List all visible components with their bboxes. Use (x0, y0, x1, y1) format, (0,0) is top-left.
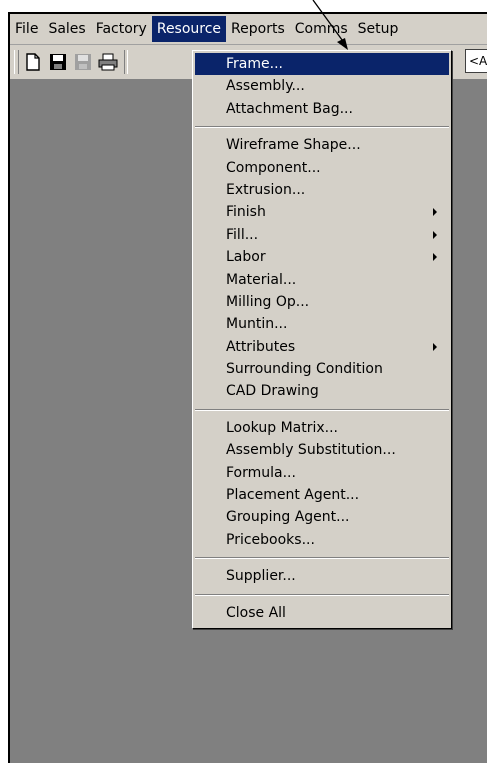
save-icon[interactable] (47, 51, 69, 73)
menu-item-assembly-substitution[interactable]: Assembly Substitution... (195, 439, 449, 461)
menu-item-label: CAD Drawing (226, 383, 319, 400)
menu-item-muntin[interactable]: Muntin... (195, 313, 449, 335)
menu-item-attachment-bag[interactable]: Attachment Bag... (195, 98, 449, 120)
menu-item-labor[interactable]: Labor (195, 246, 449, 268)
submenu-arrow-icon (433, 342, 437, 351)
menu-item-frame[interactable]: Frame... (195, 53, 449, 76)
submenu-arrow-icon (433, 230, 437, 239)
menu-item-label: Assembly Substitution... (226, 442, 396, 459)
menu-item-label: Lookup Matrix... (226, 419, 338, 436)
menu-item-label: Formula... (226, 464, 296, 481)
menu-item-fill[interactable]: Fill... (195, 224, 449, 246)
menu-item-label: Material... (226, 271, 297, 288)
new-document-icon[interactable] (22, 51, 44, 73)
menu-bar: File Sales Factory Resource Reports Comm… (10, 14, 487, 45)
menu-item-label: Assembly... (226, 78, 305, 95)
submenu-arrow-icon (433, 253, 437, 262)
menu-item-surrounding-condition[interactable]: Surrounding Condition (195, 358, 449, 380)
save-all-icon[interactable] (72, 51, 94, 73)
menu-divider (195, 593, 449, 596)
menu-comms[interactable]: Comms (290, 16, 353, 42)
menu-resource[interactable]: Resource (151, 16, 227, 42)
menu-item-label: Extrusion... (226, 181, 306, 198)
toolbar-separator (124, 50, 128, 74)
menu-item-label: Placement Agent... (226, 487, 360, 504)
menu-item-pricebooks[interactable]: Pricebooks... (195, 529, 449, 551)
menu-item-close-all[interactable]: Close All (195, 602, 449, 624)
menu-item-label: Component... (226, 159, 321, 176)
toolbar-combo[interactable]: <A (465, 49, 487, 73)
menu-item-label: Attributes (226, 338, 296, 355)
menu-item-label: Labor (226, 249, 266, 266)
menu-factory[interactable]: Factory (91, 16, 152, 42)
menu-item-supplier[interactable]: Supplier... (195, 565, 449, 587)
menu-item-label: Finish (226, 204, 266, 221)
menu-item-milling-op[interactable]: Milling Op... (195, 291, 449, 313)
menu-reports[interactable]: Reports (226, 16, 290, 42)
menu-divider (195, 557, 449, 560)
menu-item-label: Pricebooks... (226, 531, 315, 548)
menu-setup[interactable]: Setup (353, 16, 404, 42)
menu-item-lookup-matrix[interactable]: Lookup Matrix... (195, 417, 449, 439)
menu-item-assembly[interactable]: Assembly... (195, 75, 449, 97)
menu-item-formula[interactable]: Formula... (195, 462, 449, 484)
menu-item-material[interactable]: Material... (195, 269, 449, 291)
menu-item-extrusion[interactable]: Extrusion... (195, 179, 449, 201)
menu-item-label: Attachment Bag... (226, 100, 353, 117)
menu-item-finish[interactable]: Finish (195, 201, 449, 223)
menu-sales[interactable]: Sales (43, 16, 90, 42)
menu-divider (195, 126, 449, 129)
menu-item-label: Fill... (226, 226, 259, 243)
menu-item-cad-drawing[interactable]: CAD Drawing (195, 380, 449, 402)
menu-item-label: Milling Op... (226, 293, 310, 310)
submenu-arrow-icon (433, 208, 437, 217)
menu-item-label: Surrounding Condition (226, 361, 383, 378)
menu-item-label: Grouping Agent... (226, 509, 350, 526)
menu-item-label: Supplier... (226, 568, 296, 585)
resource-dropdown-menu: Frame... Assembly... Attachment Bag... Wire… (192, 50, 452, 629)
toolbar-grip[interactable] (14, 50, 19, 74)
menu-item-label: Frame... (226, 56, 283, 72)
menu-item-component[interactable]: Component... (195, 157, 449, 179)
menu-item-wireframe-shape[interactable]: Wireframe Shape... (195, 134, 449, 156)
print-icon[interactable] (97, 51, 119, 73)
menu-item-grouping-agent[interactable]: Grouping Agent... (195, 506, 449, 528)
menu-divider (195, 408, 449, 411)
menu-item-label: Muntin... (226, 316, 288, 333)
menu-item-placement-agent[interactable]: Placement Agent... (195, 484, 449, 506)
menu-item-attributes[interactable]: Attributes (195, 336, 449, 358)
menu-file[interactable]: File (10, 16, 43, 42)
menu-item-label: Close All (226, 604, 286, 621)
menu-item-label: Wireframe Shape... (226, 137, 361, 154)
